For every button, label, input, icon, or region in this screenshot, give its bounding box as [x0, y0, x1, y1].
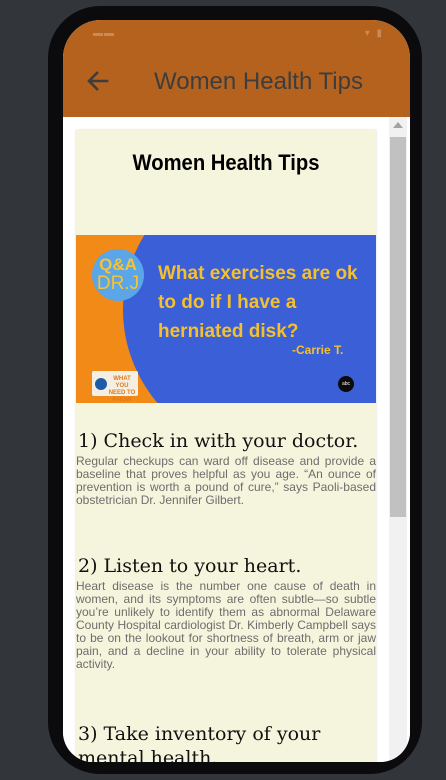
tip-title: 1) Check in with your doctor.: [78, 430, 359, 452]
status-icons: ▾ ▮: [364, 28, 384, 39]
qa-badge-top: Q&A: [99, 255, 137, 274]
tip-title: 2) Listen to your heart.: [78, 555, 302, 577]
status-time: ▬▬: [93, 28, 115, 39]
show-logo-text: WHAT YOU NEED TO KNOW: [108, 376, 136, 403]
qa-badge-bottom: DR.J: [96, 273, 140, 294]
scroll-up-arrow-icon[interactable]: [393, 122, 403, 128]
tip-body: Regular checkups can ward off disease an…: [76, 454, 376, 507]
app-screen: ▬▬ ▾ ▮ Women Health Tips Women Health Ti…: [63, 20, 410, 762]
arrow-back-icon[interactable]: [85, 68, 111, 94]
tip-title: 3) Take inventory of your mental health.: [78, 723, 321, 762]
status-bar: ▬▬ ▾ ▮: [63, 20, 410, 44]
network-logo: abc: [338, 376, 354, 392]
scroll-content[interactable]: Women Health Tips Q&A DR.J What exercise…: [63, 117, 410, 762]
card-title: Women Health Tips: [132, 150, 320, 175]
show-logo-icon: [95, 378, 107, 390]
qa-badge: Q&A DR.J: [92, 249, 144, 301]
app-bar: ▬▬ ▾ ▮ Women Health Tips: [63, 20, 410, 117]
tips-card: Women Health Tips Q&A DR.J What exercise…: [76, 130, 376, 762]
show-logo: WHAT YOU NEED TO KNOW: [92, 371, 138, 403]
banner-question: What exercises are ok to do if I have a …: [158, 263, 358, 342]
banner-image: Q&A DR.J What exercises are ok to do if …: [76, 235, 376, 403]
scrollbar-thumb[interactable]: [390, 137, 406, 517]
app-bar-title: Women Health Tips: [154, 68, 363, 95]
tip-body: Heart disease is the number one cause of…: [76, 579, 376, 671]
vertical-scrollbar[interactable]: [389, 117, 407, 762]
banner-asker: -Carrie T.: [292, 343, 344, 357]
